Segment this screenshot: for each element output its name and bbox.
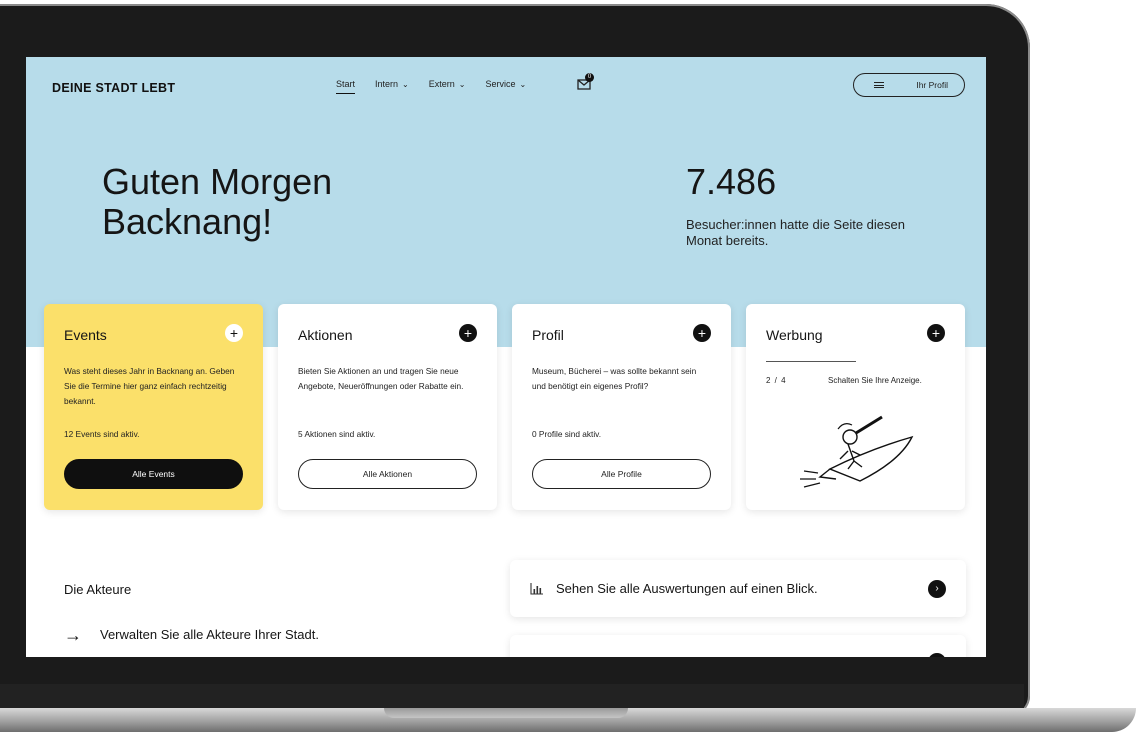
card-title: Events: [64, 327, 107, 343]
profil-card: Profil + Museum, Bücherei – was sollte b…: [512, 304, 731, 510]
ad-pager[interactable]: 2 / 4: [766, 376, 787, 385]
card-description: Museum, Bücherei – was sollte bekannt se…: [532, 366, 697, 391]
manage-actors-link[interactable]: → Verwalten Sie alle Akteure Ihrer Stadt…: [64, 624, 319, 645]
werbung-card: Werbung + 2 / 4 Schalten Sie Ihre Anzeig…: [746, 304, 965, 510]
visitor-label: Besucher:innen hatte die Seite diesen Mo…: [686, 217, 905, 248]
all-profile-button[interactable]: Alle Profile: [532, 459, 711, 489]
nav-item-intern[interactable]: Intern ⌄: [375, 79, 409, 94]
card-description: Was steht dieses Jahr in Backnang an. Ge…: [64, 366, 235, 406]
chevron-down-icon: ⌄: [458, 79, 466, 89]
add-profil-button[interactable]: +: [693, 324, 711, 342]
chevron-down-icon: ⌄: [519, 79, 527, 89]
insights-card[interactable]: Sehen Sie alle Auswertungen auf einen Bl…: [510, 560, 966, 617]
nav-item-extern[interactable]: Extern ⌄: [429, 79, 466, 94]
card-count: 12 Events sind aktiv.: [64, 429, 140, 439]
card-title: Profil: [532, 327, 564, 343]
arrow-right-icon: →: [64, 624, 82, 645]
main-nav: Start Intern ⌄ Extern ⌄ Service ⌄: [336, 79, 526, 94]
menu-icon: [874, 82, 884, 88]
add-werbung-button[interactable]: +: [927, 324, 945, 342]
manage-actors-text: Verwalten Sie alle Akteure Ihrer Stadt.: [100, 627, 319, 642]
nav-item-service[interactable]: Service ⌄: [485, 79, 526, 94]
greeting-line2: Backnang!: [102, 201, 273, 242]
all-aktionen-button[interactable]: Alle Aktionen: [298, 459, 477, 489]
bar-chart-icon: [530, 582, 543, 595]
card-title: Werbung: [766, 327, 823, 343]
profile-button[interactable]: Ihr Profil: [853, 73, 965, 97]
add-event-button[interactable]: +: [225, 324, 243, 342]
mail-button[interactable]: 0: [577, 73, 594, 91]
events-card: Events + Was steht dieses Jahr in Backna…: [44, 304, 263, 510]
second-info-card[interactable]: ›: [510, 635, 966, 657]
pager-divider: [766, 361, 856, 362]
site-logo[interactable]: DEINE STADT LEBT: [52, 81, 175, 95]
notification-badge: 0: [585, 73, 594, 82]
nav-item-label: Intern: [375, 79, 399, 89]
greeting-heading: Guten Morgen Backnang!: [102, 162, 332, 242]
nav-item-start[interactable]: Start: [336, 79, 356, 94]
card-description: Bieten Sie Aktionen an und tragen Sie ne…: [298, 366, 464, 391]
chevron-right-icon[interactable]: ›: [928, 579, 946, 598]
visitor-count: 7.486: [686, 161, 777, 202]
chevron-right-icon[interactable]: ›: [928, 653, 946, 657]
laptop-chin: [0, 684, 1024, 708]
laptop-notch: [384, 708, 628, 718]
all-events-button[interactable]: Alle Events: [64, 459, 243, 489]
ad-text: Schalten Sie Ihre Anzeige.: [828, 376, 922, 385]
add-aktion-button[interactable]: +: [459, 324, 477, 342]
aktionen-card: Aktionen + Bieten Sie Aktionen an und tr…: [278, 304, 497, 510]
greeting-line1: Guten Morgen: [102, 161, 333, 202]
chevron-down-icon: ⌄: [402, 79, 409, 89]
card-count: 0 Profile sind aktiv.: [532, 429, 602, 439]
nav-item-label: Start: [336, 79, 356, 89]
actors-title: Die Akteure: [64, 582, 132, 597]
nav-item-label: Extern: [428, 79, 455, 89]
screen: DEINE STADT LEBT Start Intern ⌄ Extern ⌄…: [26, 57, 986, 657]
card-title: Aktionen: [298, 327, 353, 343]
rocket-illustration: [800, 415, 914, 488]
insights-text: Sehen Sie alle Auswertungen auf einen Bl…: [556, 581, 818, 596]
card-count: 5 Aktionen sind aktiv.: [298, 429, 376, 439]
nav-item-label: Service: [485, 79, 516, 89]
profile-label: Ihr Profil: [916, 80, 948, 90]
